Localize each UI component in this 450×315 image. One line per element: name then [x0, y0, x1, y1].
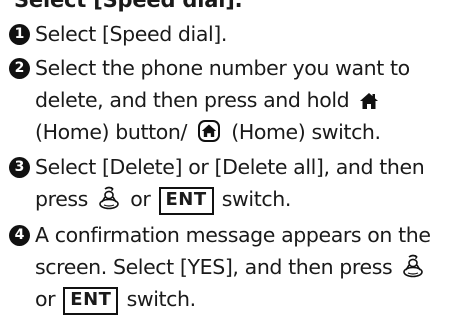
ent-switch-label: ENT: [158, 187, 214, 215]
step-text: Select [Speed dial].: [35, 22, 228, 46]
step-number: 1: [9, 24, 30, 45]
step-text-line-1: A confirmation message appears on the: [35, 223, 431, 247]
step-text-line-3: (Home) button/ (Home) switch.: [35, 116, 381, 148]
step-text-line-2: press or ENT switch.: [35, 183, 291, 215]
step-text-line-2: screen. Select [YES], and then press: [35, 251, 428, 283]
step-text-line-3: or ENT switch.: [35, 283, 196, 315]
step-number: 4: [9, 225, 30, 246]
selector-knob-icon: [98, 186, 120, 219]
step-text-line-1: Select [Delete] or [Delete all], and the…: [35, 155, 425, 179]
selector-knob-icon: [402, 254, 424, 287]
cropped-heading: Select [Speed dial].: [0, 0, 450, 18]
step-text-line-1: Select the phone number you want to: [35, 56, 410, 80]
step-text-line-2: delete, and then press and hold: [35, 84, 383, 116]
home-switch-icon: [197, 119, 221, 152]
cropped-heading-text: Select [Speed dial].: [14, 0, 243, 12]
ent-switch-label: ENT: [63, 287, 119, 315]
step-number: 2: [9, 58, 30, 79]
step-number: 3: [9, 157, 30, 178]
